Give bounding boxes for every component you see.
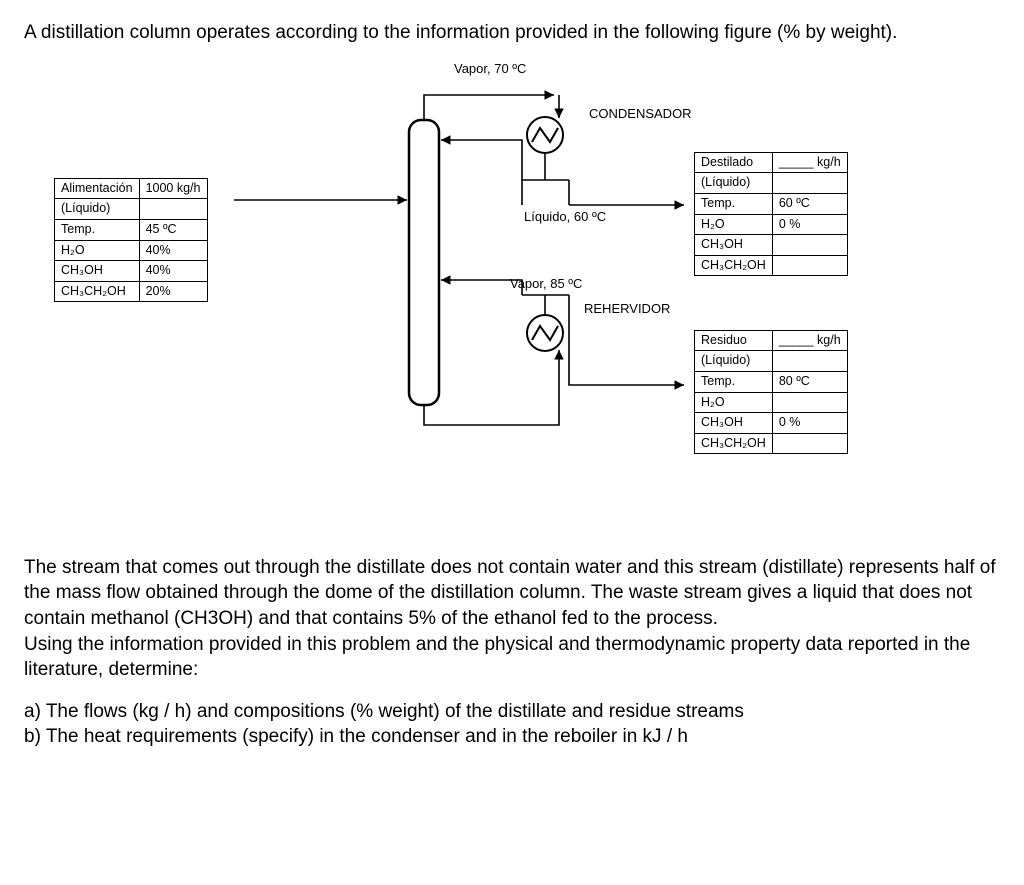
dist-row-val — [772, 235, 847, 256]
res-row-label: CH₃OH — [695, 413, 773, 434]
residue-table: Residuo _____ kg/h (Líquido) Temp.80 ºC … — [694, 330, 848, 455]
dist-row-label: Temp. — [695, 193, 773, 214]
paragraph-1: The stream that comes out through the di… — [24, 555, 1000, 632]
feed-row-val: 40% — [139, 261, 207, 282]
feed-row-val: 40% — [139, 240, 207, 261]
question-b: b) The heat requirements (specify) in th… — [24, 724, 1000, 750]
dist-title: Destilado — [695, 152, 773, 173]
process-diagram: Vapor, 70 ºC CONDENSADOR Líquido, 60 ºC … — [24, 50, 984, 445]
feed-rate: 1000 kg/h — [139, 178, 207, 199]
dist-row-val — [772, 255, 847, 276]
res-row-label: CH₃CH₂OH — [695, 433, 773, 454]
res-row-val: 0 % — [772, 413, 847, 434]
res-row-val: 80 ºC — [772, 371, 847, 392]
feed-row-val: 45 ºC — [139, 219, 207, 240]
dist-rate: _____ kg/h — [772, 152, 847, 173]
label-reboiler: REHERVIDOR — [584, 300, 670, 318]
res-title: Residuo — [695, 330, 773, 351]
res-row-val — [772, 433, 847, 454]
res-row-label: Temp. — [695, 371, 773, 392]
paragraph-2: Using the information provided in this p… — [24, 632, 1000, 683]
label-vapor-85: Vapor, 85 ºC — [510, 275, 582, 293]
feed-row-val: 20% — [139, 281, 207, 302]
feed-row-label: CH₃CH₂OH — [55, 281, 140, 302]
dist-row-label: H₂O — [695, 214, 773, 235]
feed-phase: (Líquido) — [55, 199, 140, 220]
distillate-table: Destilado _____ kg/h (Líquido) Temp.60 º… — [694, 152, 848, 277]
feed-table: Alimentación 1000 kg/h (Líquido) Temp.45… — [54, 178, 208, 303]
feed-row-label: Temp. — [55, 219, 140, 240]
problem-intro: A distillation column operates according… — [24, 20, 1000, 46]
label-liquid-60: Líquido, 60 ºC — [524, 208, 606, 226]
res-row-label: H₂O — [695, 392, 773, 413]
dist-phase: (Líquido) — [695, 173, 773, 194]
feed-row-label: H₂O — [55, 240, 140, 261]
res-row-val — [772, 392, 847, 413]
res-phase: (Líquido) — [695, 351, 773, 372]
dist-row-val: 0 % — [772, 214, 847, 235]
res-rate: _____ kg/h — [772, 330, 847, 351]
feed-title: Alimentación — [55, 178, 140, 199]
label-condenser: CONDENSADOR — [589, 105, 692, 123]
feed-row-label: CH₃OH — [55, 261, 140, 282]
dist-row-label: CH₃CH₂OH — [695, 255, 773, 276]
label-vapor-70: Vapor, 70 ºC — [454, 60, 526, 78]
dist-row-label: CH₃OH — [695, 235, 773, 256]
question-a: a) The flows (kg / h) and compositions (… — [24, 699, 1000, 725]
dist-row-val: 60 ºC — [772, 193, 847, 214]
